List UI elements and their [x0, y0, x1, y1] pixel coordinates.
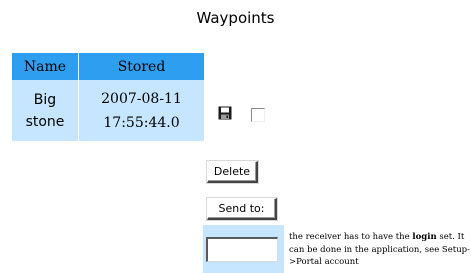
note-login-keyword: login	[412, 232, 437, 242]
waypoint-name-cell: Big stone	[12, 80, 79, 141]
waypoint-stored-cell: 2007-08-11 17:55:44.0	[78, 80, 204, 141]
select-waypoint-checkbox[interactable]	[251, 108, 265, 122]
column-header-stored[interactable]: Stored	[78, 53, 204, 80]
receiver-login-note: the receiver has to have the login set. …	[289, 231, 471, 269]
recipient-input[interactable]	[206, 237, 278, 262]
stored-date: 2007-08-11	[101, 90, 182, 107]
note-text-start: the receiver has to have the	[289, 232, 413, 242]
send-to-button[interactable]: Send to:	[207, 198, 277, 220]
waypoints-table: Name Stored Big stone 2007-08-11 17:55:44…	[12, 53, 204, 141]
column-header-name[interactable]: Name	[12, 53, 79, 80]
page-title: Waypoints	[196, 9, 275, 27]
table-row[interactable]: Big stone 2007-08-11 17:55:44.0	[12, 80, 204, 141]
floppy-disk-icon[interactable]	[218, 106, 232, 120]
waypoint-name[interactable]: Big stone	[25, 89, 65, 133]
delete-button[interactable]: Delete	[207, 161, 258, 183]
table-header-row: Name Stored	[12, 53, 204, 80]
stored-time: 17:55:44.0	[103, 114, 180, 131]
